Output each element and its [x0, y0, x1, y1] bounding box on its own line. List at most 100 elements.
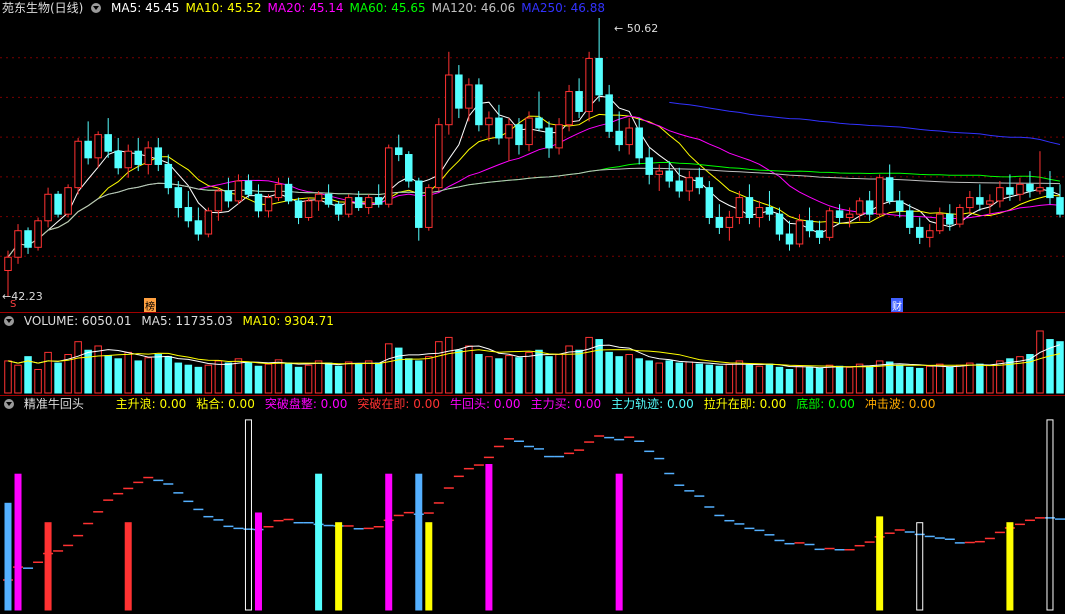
volume-bar-up: [144, 357, 153, 394]
candle-up: [485, 117, 493, 126]
candle-down: [334, 203, 343, 215]
volume-bar-up: [1016, 356, 1024, 394]
volume-bar-down: [805, 366, 814, 394]
candle-down: [695, 177, 704, 189]
candle-down: [24, 230, 32, 248]
candle-down: [164, 163, 173, 189]
candle-up: [4, 256, 12, 271]
volume-bar-up: [485, 356, 493, 394]
volume-bar-down: [695, 363, 704, 394]
candle-down: [455, 74, 463, 109]
event-marker-s[interactable]: S: [10, 299, 16, 310]
candle-down: [575, 91, 583, 112]
volume-bar-up: [14, 364, 22, 394]
volume-bar-down: [595, 339, 603, 394]
volume-bar-up: [204, 364, 213, 394]
high-arrow-icon: ←: [614, 22, 624, 35]
volume-bar-down: [575, 349, 583, 394]
candle-up: [44, 193, 52, 222]
candle-down: [324, 193, 333, 205]
candle-down: [1006, 187, 1014, 195]
volume-bar-up: [304, 364, 313, 394]
volume-bar-down: [194, 366, 203, 394]
candle-down: [715, 216, 724, 228]
volume-bar-down: [745, 364, 754, 394]
volume-bar-up: [344, 361, 353, 394]
volume-bar-down: [324, 362, 333, 394]
candle-down: [635, 127, 643, 159]
volume-bar-down: [254, 365, 263, 394]
candle-down: [1046, 187, 1054, 199]
candle-down: [415, 180, 423, 228]
volume-bar-down: [675, 362, 684, 394]
candle-up: [304, 200, 313, 218]
volume-bar-down: [976, 363, 984, 394]
candle-up: [625, 127, 633, 146]
candle-up: [986, 200, 994, 205]
volume-bar-up: [214, 360, 223, 394]
volume-bar-down: [354, 363, 363, 394]
volume-bar-up: [845, 366, 854, 394]
candle-down: [915, 226, 924, 238]
volume-bar-up: [585, 336, 593, 394]
candle-down: [785, 233, 794, 245]
candle-up: [214, 190, 223, 212]
candle-up: [685, 177, 694, 192]
volume-bar-down: [455, 349, 463, 394]
candle-down: [1026, 183, 1034, 192]
volume-bar-down: [374, 362, 383, 394]
signal-bar: [916, 522, 924, 611]
volume-bar-up: [435, 341, 443, 394]
volume-bar-down: [475, 354, 483, 394]
candle-up: [314, 193, 323, 202]
candle-up: [264, 197, 273, 212]
candle-down: [84, 140, 92, 159]
candle-up: [875, 177, 884, 215]
volume-bar-down: [715, 365, 724, 394]
candle-up: [384, 147, 393, 205]
candle-down: [946, 213, 954, 225]
signal-bar: [315, 473, 323, 611]
candle-up: [936, 213, 944, 232]
candle-down: [194, 220, 203, 235]
candle-up: [234, 180, 243, 202]
volume-bar-up: [44, 351, 52, 394]
volume-bar-down: [294, 366, 303, 394]
candle-down: [705, 187, 714, 218]
candle-down: [976, 197, 984, 205]
volume-bar-up: [314, 360, 323, 394]
candle-up: [725, 216, 734, 228]
signal-bar: [44, 522, 52, 611]
ma250-line: [669, 101, 1061, 145]
event-marker-cai[interactable]: 财: [891, 298, 903, 313]
candle-down: [244, 180, 253, 195]
volume-bar-up: [4, 360, 12, 394]
candle-down: [905, 210, 914, 228]
candle-down: [374, 197, 383, 205]
candle-down: [394, 147, 403, 156]
volume-bar-down: [665, 360, 674, 394]
candle-down: [354, 197, 363, 209]
candle-down: [1056, 197, 1064, 215]
volume-bar-up: [555, 354, 563, 394]
candle-up: [435, 124, 443, 189]
volume-bar-up: [625, 354, 633, 394]
candle-down: [114, 150, 122, 169]
candle-down: [405, 154, 413, 182]
candle-up: [585, 57, 593, 112]
candle-down: [294, 200, 303, 218]
volume-bar-down: [184, 364, 193, 394]
candle-up: [465, 84, 473, 109]
candle-up: [795, 220, 804, 245]
candle-up: [344, 197, 353, 215]
candle-up: [845, 213, 854, 218]
candle-up: [445, 74, 453, 126]
volume-bar-down: [885, 361, 894, 394]
candle-up: [74, 140, 82, 189]
volume-bar-down: [405, 358, 413, 394]
event-marker-bang[interactable]: 榜: [144, 298, 156, 313]
candle-up: [144, 147, 153, 165]
candle-down: [895, 200, 904, 212]
candle-up: [966, 197, 974, 209]
signal-bar: [1046, 419, 1054, 611]
